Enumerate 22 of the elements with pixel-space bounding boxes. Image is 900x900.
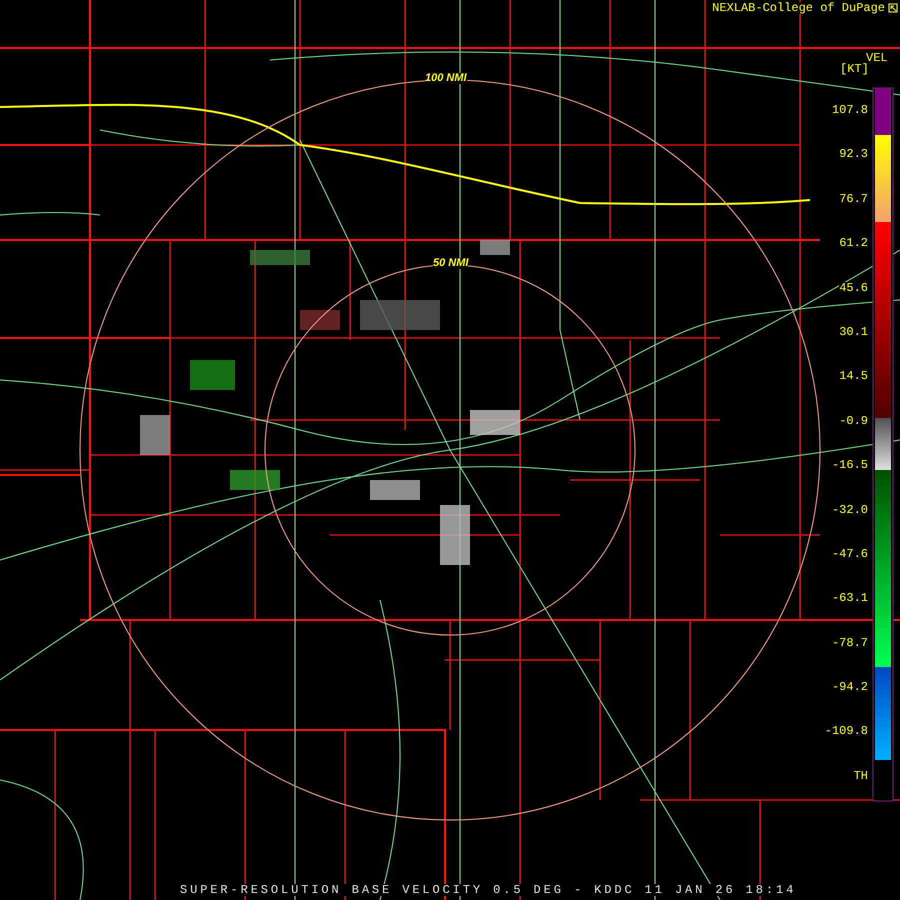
external-link-icon bbox=[888, 3, 898, 13]
legend-tick-label: -47.6 bbox=[832, 548, 868, 560]
credit-text: NEXLAB-College of DuPage bbox=[712, 2, 885, 14]
legend-title: VEL bbox=[866, 52, 888, 64]
legend-tick-label: -32.0 bbox=[832, 504, 868, 516]
legend-tick-label: 45.6 bbox=[839, 282, 868, 294]
legend-tick-label: -63.1 bbox=[832, 592, 868, 604]
legend-tick-label: 107.8 bbox=[832, 104, 868, 116]
legend-tick-label: -16.5 bbox=[832, 459, 868, 472]
legend-unit: [KT] bbox=[840, 63, 869, 75]
range-ring-label: 100 NMI bbox=[425, 73, 467, 84]
legend-tick-label: 76.7 bbox=[839, 192, 868, 205]
legend-tick-label: -109.8 bbox=[824, 725, 868, 738]
legend-tick-label: -0.9 bbox=[839, 414, 868, 427]
legend-tick-label: TH bbox=[854, 770, 868, 782]
legend-tick-label: 92.3 bbox=[839, 148, 868, 160]
legend-tick-label: -78.7 bbox=[832, 636, 868, 649]
legend-tick-label: -94.2 bbox=[832, 681, 868, 694]
legend-tick-label: 61.2 bbox=[839, 237, 868, 250]
legend-tick-label: 30.1 bbox=[839, 326, 868, 338]
range-ring-label: 50 NMI bbox=[433, 258, 468, 269]
legend-tick-label: 14.5 bbox=[839, 370, 868, 382]
